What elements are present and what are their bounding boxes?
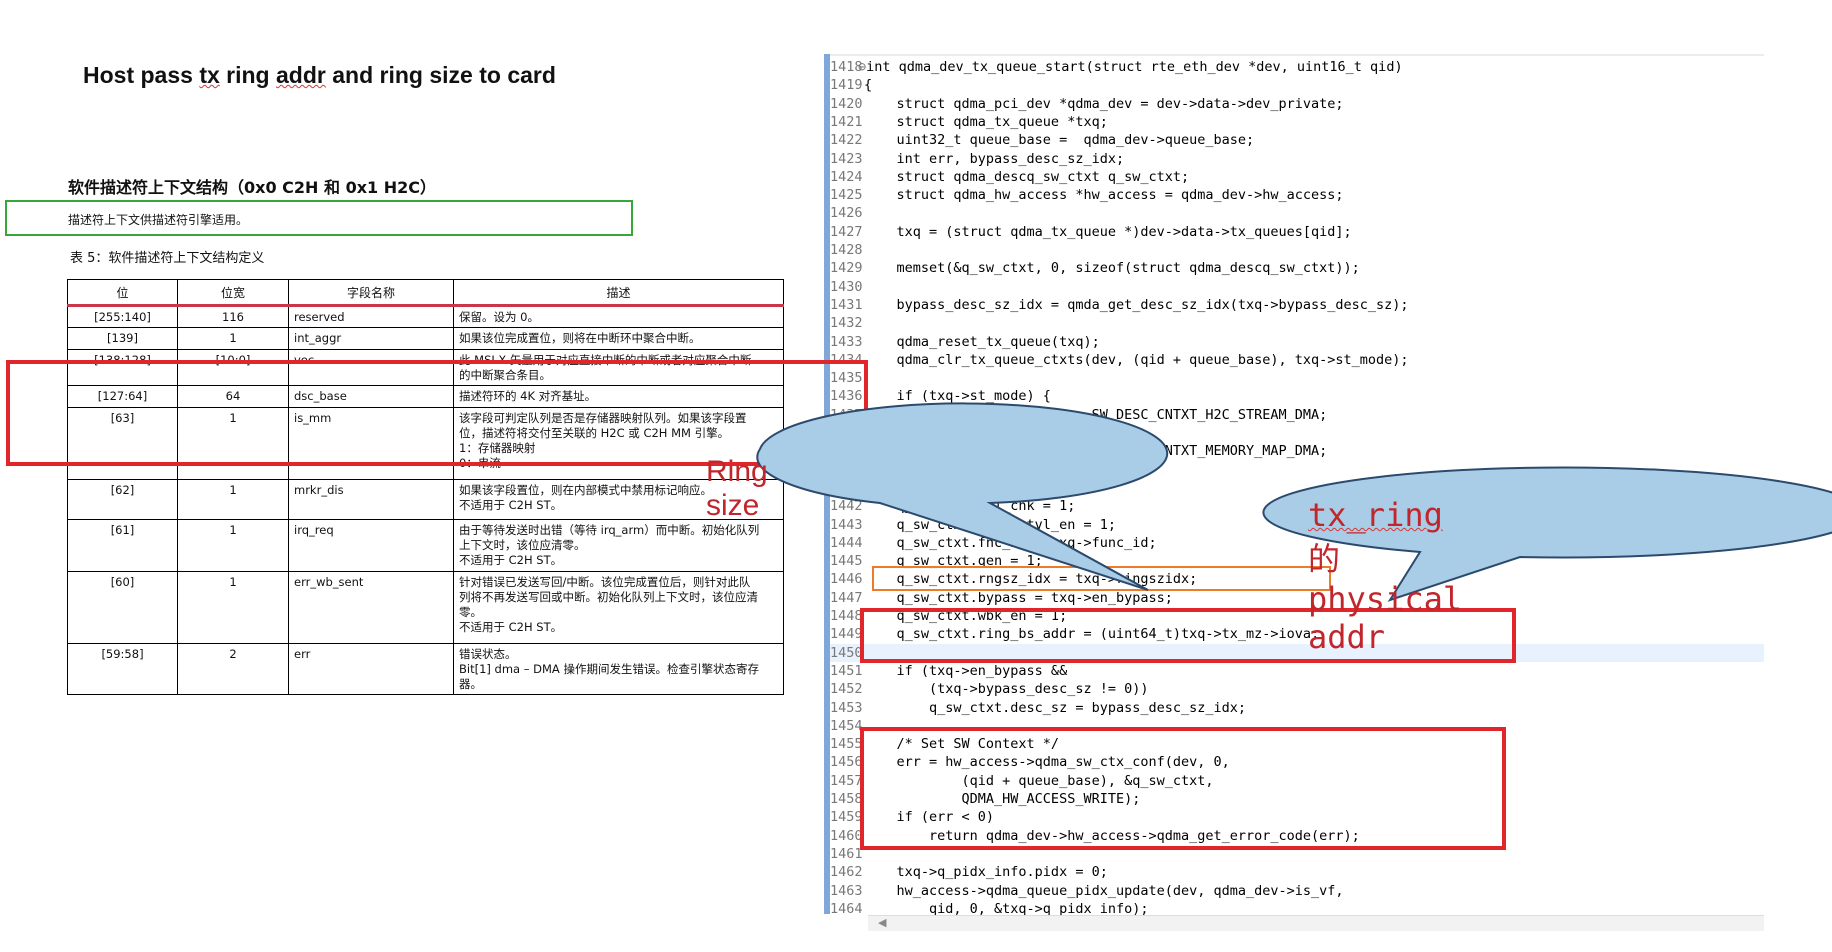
tx-ring-label-part: 的physical addr <box>1308 540 1463 656</box>
tx-ring-label-part: tx_ring <box>1308 496 1443 534</box>
tx-ring-bubble <box>1262 466 1832 602</box>
tx-ring-label: tx_ring 的physical addr <box>1308 496 1462 656</box>
